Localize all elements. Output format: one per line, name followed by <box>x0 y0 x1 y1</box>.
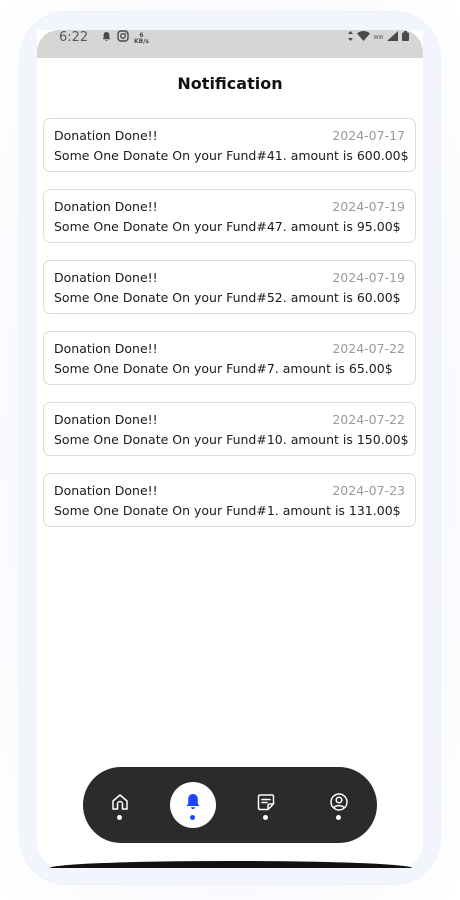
signal-icon <box>387 31 398 46</box>
phone-bottom-edge <box>50 861 412 868</box>
notification-title: Donation Done!! <box>54 483 158 498</box>
notification-title: Donation Done!! <box>54 128 158 143</box>
notification-list: Donation Done!! 2024-07-17 Some One Dona… <box>43 118 416 544</box>
notification-title: Donation Done!! <box>54 341 158 356</box>
notification-card[interactable]: Donation Done!! 2024-07-19 Some One Dona… <box>43 189 416 243</box>
nav-indicator-dot <box>190 815 195 820</box>
notification-card[interactable]: Donation Done!! 2024-07-19 Some One Dona… <box>43 260 416 314</box>
nav-profile-button[interactable] <box>316 767 362 843</box>
net-type-label: Wifi <box>373 35 383 41</box>
nav-indicator-dot <box>117 815 122 820</box>
status-icons-right: Wifi <box>347 31 409 46</box>
profile-icon <box>330 793 348 811</box>
status-icons-left: 6 KB/s <box>101 30 149 47</box>
nav-indicator-dot <box>336 815 341 820</box>
bell-icon <box>186 794 200 809</box>
page-title: Notification <box>177 74 283 93</box>
instagram-icon <box>117 30 129 47</box>
notification-date: 2024-07-17 <box>332 128 405 143</box>
notification-bell-icon <box>101 31 112 47</box>
net-speed-indicator: 6 KB/s <box>134 32 149 45</box>
nav-notifications-button[interactable] <box>170 767 216 843</box>
nav-home-button[interactable] <box>97 767 143 843</box>
data-arrows-icon <box>347 31 353 46</box>
status-bar: 6:22 6 KB/s Wifi <box>37 30 423 58</box>
notification-card[interactable]: Donation Done!! 2024-07-22 Some One Dona… <box>43 331 416 385</box>
notification-message: Some One Donate On your Fund#7. amount i… <box>54 361 393 376</box>
notification-date: 2024-07-23 <box>332 483 405 498</box>
notification-message: Some One Donate On your Fund#47. amount … <box>54 219 401 234</box>
net-speed-unit: KB/s <box>134 37 149 45</box>
notification-date: 2024-07-19 <box>332 270 405 285</box>
notification-message: Some One Donate On your Fund#10. amount … <box>54 432 409 447</box>
nav-indicator-dot <box>263 815 268 820</box>
notification-date: 2024-07-22 <box>332 341 405 356</box>
nav-notes-button[interactable] <box>243 767 289 843</box>
notification-title: Donation Done!! <box>54 270 158 285</box>
wifi-icon <box>356 31 370 46</box>
app-screen: 6:22 6 KB/s Wifi Notification Donation D… <box>37 30 423 868</box>
nav-active-highlight <box>170 782 216 828</box>
notification-title: Donation Done!! <box>54 199 158 214</box>
notification-message: Some One Donate On your Fund#52. amount … <box>54 290 401 305</box>
notification-message: Some One Donate On your Fund#1. amount i… <box>54 503 401 518</box>
bottom-navigation-bar <box>83 767 377 843</box>
note-icon <box>257 794 275 811</box>
notification-card[interactable]: Donation Done!! 2024-07-17 Some One Dona… <box>43 118 416 172</box>
notification-card[interactable]: Donation Done!! 2024-07-23 Some One Dona… <box>43 473 416 527</box>
notification-title: Donation Done!! <box>54 412 158 427</box>
notification-date: 2024-07-22 <box>332 412 405 427</box>
battery-icon <box>402 31 409 46</box>
notification-date: 2024-07-19 <box>332 199 405 214</box>
notification-message: Some One Donate On your Fund#41. amount … <box>54 148 409 163</box>
status-time: 6:22 <box>59 30 89 45</box>
home-icon <box>112 794 128 810</box>
notification-card[interactable]: Donation Done!! 2024-07-22 Some One Dona… <box>43 402 416 456</box>
